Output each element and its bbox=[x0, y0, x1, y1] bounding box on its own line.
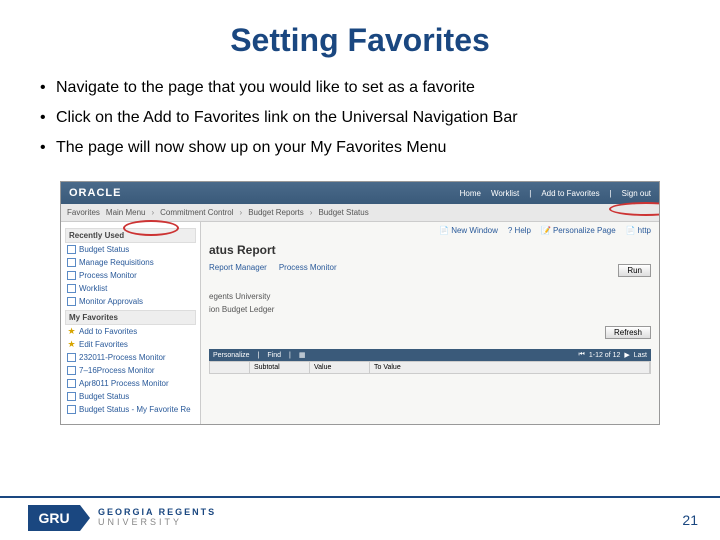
embedded-screenshot: ORACLE Home Worklist | Add to Favorites … bbox=[60, 181, 660, 425]
new-window-link[interactable]: 📄 New Window bbox=[439, 226, 498, 235]
bullet-item: The page will now show up on your My Fav… bbox=[40, 139, 680, 157]
list-item[interactable]: Apr8011 Process Monitor bbox=[65, 377, 196, 390]
grid-col-value: Value bbox=[310, 362, 370, 373]
star-icon: ★ bbox=[67, 340, 76, 349]
document-icon bbox=[67, 405, 76, 414]
list-item[interactable]: ★Add to Favorites bbox=[65, 325, 196, 338]
list-item[interactable]: 7–16Process Monitor bbox=[65, 364, 196, 377]
main-menu[interactable]: Main Menu bbox=[106, 208, 146, 217]
document-icon bbox=[67, 258, 76, 267]
grid-col-subtotal: Subtotal bbox=[250, 362, 310, 373]
grid-toolbar: Personalize | Find | ▦ ⏮ 1-12 of 12 ▶ La… bbox=[209, 349, 651, 361]
document-icon bbox=[67, 297, 76, 306]
bullet-list: Navigate to the page that you would like… bbox=[0, 67, 720, 177]
my-favorites-header: My Favorites bbox=[65, 310, 196, 325]
footer-org-subtitle: UNIVERSITY bbox=[98, 518, 216, 528]
document-icon bbox=[67, 245, 76, 254]
gru-logo: GRU GEORGIA REGENTS UNIVERSITY bbox=[28, 505, 216, 531]
personalize-grid-link[interactable]: Personalize bbox=[213, 352, 250, 359]
list-item[interactable]: Monitor Approvals bbox=[65, 295, 196, 308]
list-item[interactable]: Worklist bbox=[65, 282, 196, 295]
document-icon bbox=[67, 284, 76, 293]
grid-col-blank bbox=[210, 362, 250, 373]
breadcrumb-item[interactable]: Budget Status bbox=[318, 208, 368, 217]
grid-col-to-value: To Value bbox=[370, 362, 650, 373]
list-item[interactable]: Process Monitor bbox=[65, 269, 196, 282]
document-icon bbox=[67, 392, 76, 401]
home-link[interactable]: Home bbox=[460, 189, 481, 198]
field-row: ion Budget Ledger bbox=[209, 305, 651, 314]
report-manager-link[interactable]: Report Manager bbox=[209, 263, 267, 272]
list-item[interactable]: Budget Status bbox=[65, 390, 196, 403]
http-link[interactable]: 📄 http bbox=[626, 226, 651, 235]
breadcrumb-item[interactable]: Commitment Control bbox=[160, 208, 233, 217]
run-button[interactable]: Run bbox=[618, 264, 651, 277]
document-icon bbox=[67, 379, 76, 388]
list-item[interactable]: Budget Status bbox=[65, 243, 196, 256]
find-link[interactable]: Find bbox=[267, 352, 281, 359]
star-icon: ★ bbox=[67, 327, 76, 336]
process-monitor-link[interactable]: Process Monitor bbox=[279, 263, 337, 272]
list-item[interactable]: Manage Requisitions bbox=[65, 256, 196, 269]
worklist-link[interactable]: Worklist bbox=[491, 189, 519, 198]
breadcrumb: Favorites Main Menu › Commitment Control… bbox=[61, 204, 659, 222]
document-icon bbox=[67, 353, 76, 362]
grid-icon[interactable]: ▦ bbox=[299, 351, 306, 359]
last-link[interactable]: Last bbox=[634, 352, 647, 359]
document-icon bbox=[67, 366, 76, 375]
utility-links: 📄 New Window ? Help 📝 Personalize Page 📄… bbox=[209, 226, 651, 235]
recently-used-header: Recently Used bbox=[65, 228, 196, 243]
slide-title: Setting Favorites bbox=[0, 0, 720, 67]
help-link[interactable]: ? Help bbox=[508, 226, 531, 235]
refresh-button[interactable]: Refresh bbox=[605, 326, 651, 339]
favorites-sidebar: Recently Used Budget Status Manage Requi… bbox=[61, 222, 201, 424]
field-row: egents University bbox=[209, 292, 651, 301]
breadcrumb-item[interactable]: Budget Reports bbox=[248, 208, 304, 217]
oracle-header-bar: ORACLE Home Worklist | Add to Favorites … bbox=[61, 182, 659, 204]
favorites-menu[interactable]: Favorites bbox=[67, 208, 100, 217]
add-to-favorites-link[interactable]: Add to Favorites bbox=[541, 189, 599, 198]
bullet-item: Navigate to the page that you would like… bbox=[40, 79, 680, 97]
page-number: 21 bbox=[682, 512, 698, 528]
page-title: atus Report bbox=[209, 243, 651, 257]
list-item[interactable]: 232011-Process Monitor bbox=[65, 351, 196, 364]
gru-badge: GRU bbox=[28, 505, 80, 531]
first-icon[interactable]: ⏮ bbox=[579, 351, 585, 359]
personalize-page-link[interactable]: 📝 Personalize Page bbox=[541, 226, 616, 235]
list-item[interactable]: Budget Status - My Favorite Re bbox=[65, 403, 196, 416]
list-item[interactable]: ★Edit Favorites bbox=[65, 338, 196, 351]
grid-header-row: Subtotal Value To Value bbox=[209, 361, 651, 374]
next-icon[interactable]: ▶ bbox=[624, 351, 629, 359]
signout-link[interactable]: Sign out bbox=[622, 189, 651, 198]
footer-rule bbox=[0, 496, 720, 498]
bullet-item: Click on the Add to Favorites link on th… bbox=[40, 109, 680, 127]
main-content-panel: 📄 New Window ? Help 📝 Personalize Page 📄… bbox=[201, 222, 659, 424]
document-icon bbox=[67, 271, 76, 280]
slide-footer: GRU GEORGIA REGENTS UNIVERSITY bbox=[0, 496, 720, 540]
top-nav-links: Home Worklist | Add to Favorites | Sign … bbox=[460, 189, 651, 198]
oracle-logo: ORACLE bbox=[69, 187, 121, 199]
pager-text: 1-12 of 12 bbox=[589, 352, 621, 359]
